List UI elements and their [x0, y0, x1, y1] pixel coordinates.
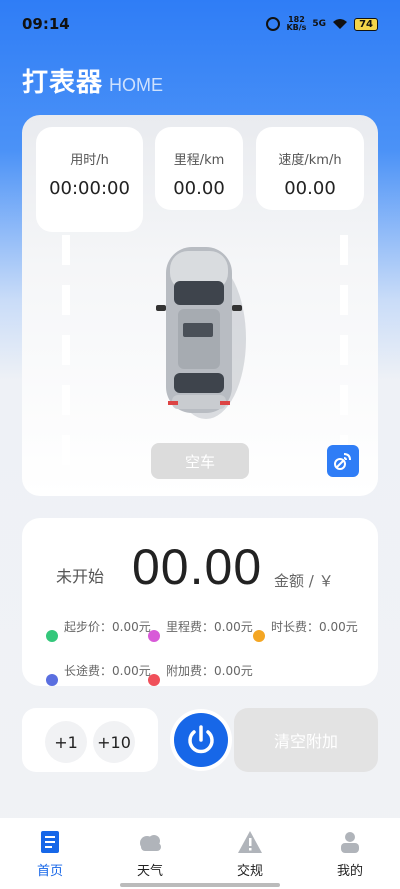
power-button[interactable]	[174, 713, 228, 767]
home-doc-icon	[41, 831, 59, 853]
fee-base: 起步价：0.00元	[46, 620, 152, 642]
tab-label: 天气	[136, 864, 163, 879]
road-card: 用时/h 00:00:00 里程/km 00.00 速度/km/h 00.00 …	[22, 115, 378, 496]
time-stat-value: 00:00:00	[49, 178, 130, 199]
add-ten-button[interactable]: +10	[93, 721, 135, 763]
lane-marking-right	[340, 235, 348, 478]
fee-text: 里程费：0.00元	[166, 620, 253, 634]
tab-label: 首页	[36, 864, 63, 879]
warning-icon	[238, 831, 262, 853]
fee-time: 时长费：0.00元	[253, 620, 359, 642]
user-icon	[341, 832, 359, 853]
netspeed-unit: KB/s	[286, 23, 307, 32]
base-fee-icon	[46, 630, 58, 642]
time-fee-icon	[253, 630, 265, 642]
fare-unit: 金额 / ￥	[274, 572, 334, 590]
long-distance-fee-icon	[46, 674, 58, 686]
network-speed: 182 KB/s	[286, 16, 306, 32]
time-stat-label: 用时/h	[70, 153, 109, 168]
fee-distance: 里程费：0.00元	[148, 620, 254, 642]
fee-text: 时长费：0.00元	[271, 620, 358, 634]
tab-traffic-rules[interactable]: 交规	[200, 818, 300, 889]
surcharge-controls: +1 +10	[22, 708, 158, 772]
speed-stat-value: 00.00	[284, 178, 336, 199]
fee-text: 长途费：0.00元	[64, 664, 151, 678]
header: 打表器 HOME	[22, 62, 163, 99]
time-stat: 用时/h 00:00:00	[36, 127, 143, 232]
status-bar: 09:14 182 KB/s 5G 74	[0, 0, 400, 48]
alarm-icon	[266, 17, 281, 31]
bottom-tab-bar: 首页 天气 交规 我的	[0, 818, 400, 889]
fee-extra: 附加费：0.00元	[148, 664, 254, 686]
meter-state: 未开始	[56, 567, 105, 586]
lane-marking-left	[62, 235, 70, 478]
status-icons: 182 KB/s 5G 74	[266, 16, 378, 32]
fare-amount: 00.00	[132, 539, 263, 595]
fee-long-distance: 长途费：0.00元	[46, 664, 152, 686]
car-status-button[interactable]: 空车	[151, 443, 249, 479]
battery-icon: 74	[354, 17, 378, 31]
tab-home[interactable]: 首页	[0, 818, 100, 889]
clear-surcharge-button[interactable]: 清空附加	[234, 708, 378, 772]
cloud-icon	[140, 835, 161, 851]
car-icon	[156, 247, 246, 419]
fee-text: 附加费：0.00元	[166, 664, 253, 678]
fee-text: 起步价：0.00元	[64, 620, 151, 634]
broadcast-button[interactable]	[327, 445, 359, 477]
speed-stat: 速度/km/h 00.00	[256, 127, 364, 210]
wifi-icon	[333, 19, 348, 29]
signal-icon: 5G	[312, 19, 327, 29]
speed-stat-label: 速度/km/h	[278, 153, 342, 168]
distance-stat-label: 里程/km	[173, 153, 225, 168]
distance-stat: 里程/km 00.00	[155, 127, 243, 210]
tab-label: 我的	[336, 864, 363, 879]
page-title: 打表器	[22, 68, 104, 98]
page-subtitle: HOME	[109, 75, 164, 95]
add-one-button[interactable]: +1	[45, 721, 87, 763]
tab-label: 交规	[236, 864, 263, 879]
extra-fee-icon	[148, 674, 160, 686]
home-indicator[interactable]	[120, 883, 280, 887]
broadcast-icon	[334, 453, 351, 470]
status-time: 09:14	[22, 15, 70, 33]
distance-stat-value: 00.00	[173, 178, 225, 199]
power-icon	[188, 725, 214, 754]
tab-mine[interactable]: 我的	[300, 818, 400, 889]
fare-card: 未开始 00.00 金额 / ￥ 起步价：0.00元 里程费：0.00元 时长费…	[22, 518, 378, 686]
tab-weather[interactable]: 天气	[100, 818, 200, 889]
distance-fee-icon	[148, 630, 160, 642]
